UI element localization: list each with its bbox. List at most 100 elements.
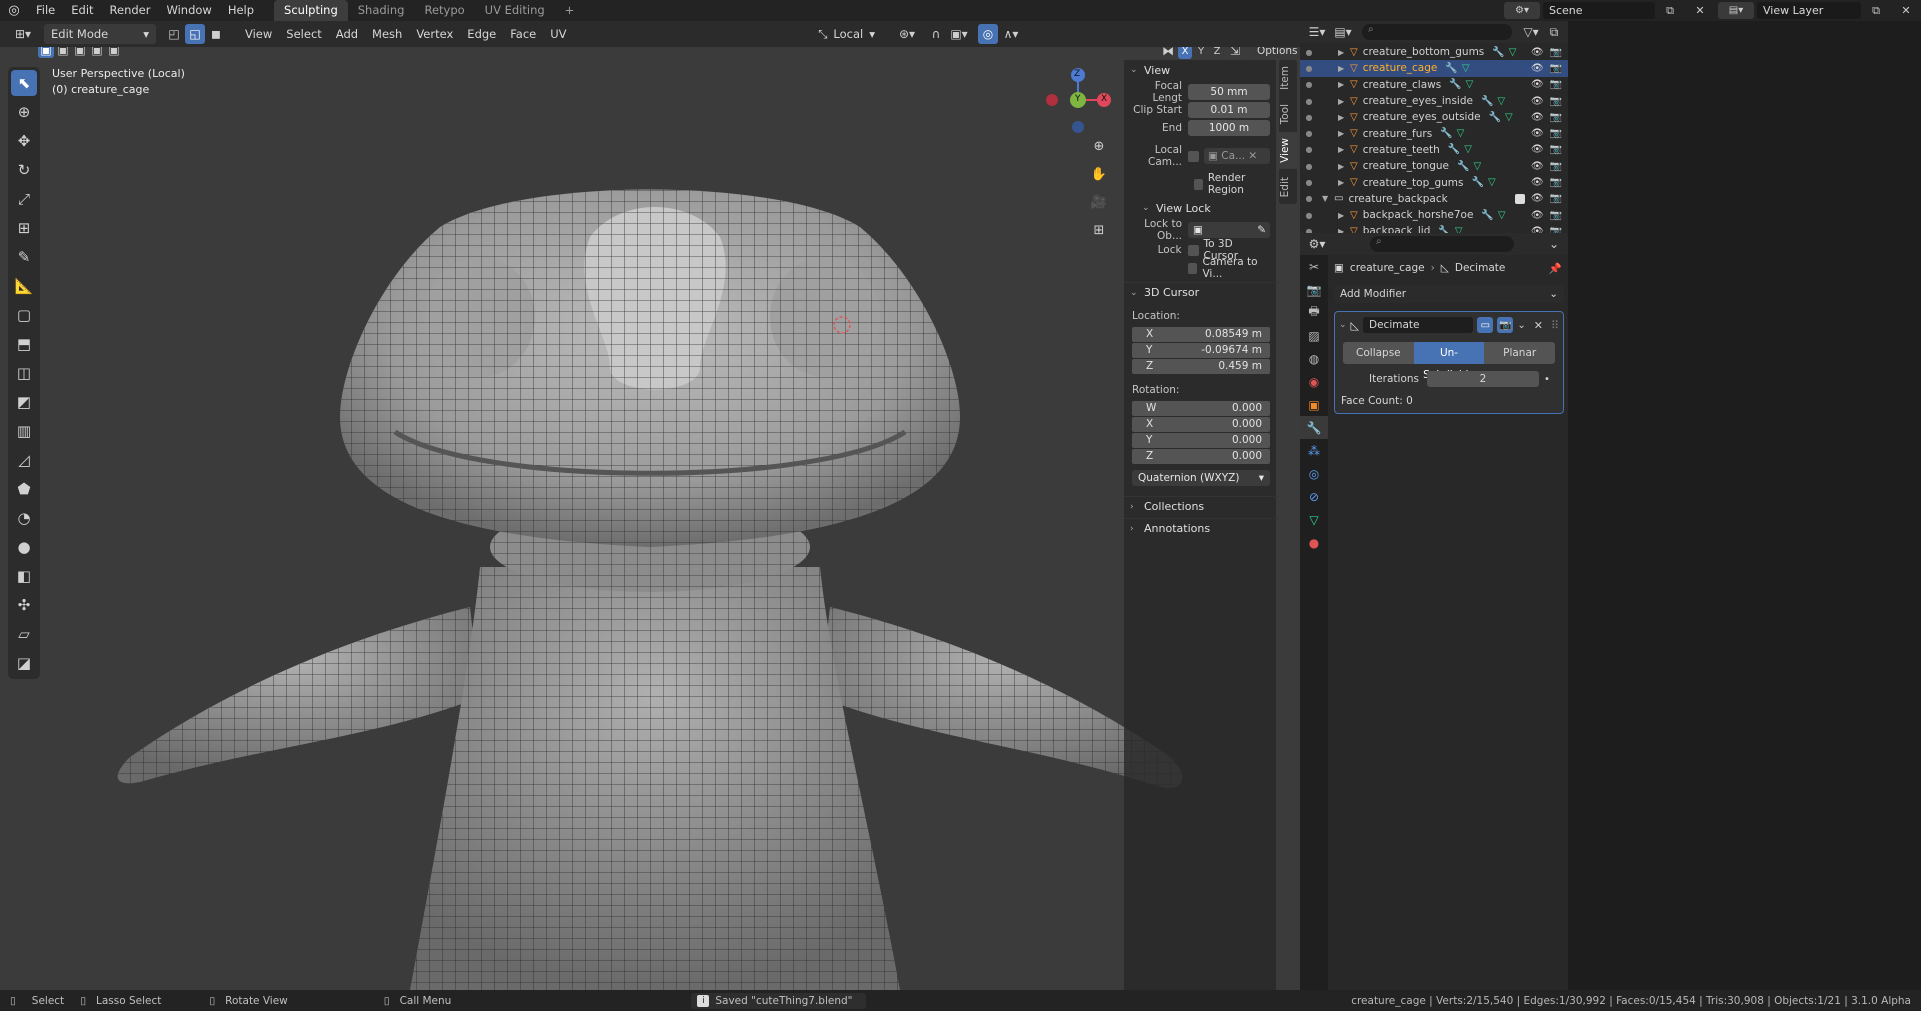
physics-props-icon[interactable]: ◎ xyxy=(1300,462,1328,485)
new-collection-icon[interactable]: ⧉ xyxy=(1544,22,1564,42)
visibility-eye-icon[interactable]: 👁 xyxy=(1531,144,1544,155)
rip-tool-icon[interactable]: ◪ xyxy=(11,650,37,676)
world-props-icon[interactable]: ◉ xyxy=(1300,370,1328,393)
poly-build-tool-icon[interactable]: ⬟ xyxy=(11,476,37,502)
modifier-wrench-icon[interactable]: 🔧 xyxy=(1472,177,1484,188)
bevel-tool-icon[interactable]: ◩ xyxy=(11,389,37,415)
properties-editor-type-icon[interactable]: ⚙▾ xyxy=(1304,234,1330,254)
menu-select[interactable]: Select xyxy=(279,24,328,44)
shrink-fatten-tool-icon[interactable]: ✣ xyxy=(11,592,37,618)
outliner-object-row[interactable]: ● ▶ ▽ creature_bottom_gums 🔧 ▽ 👁 📷 xyxy=(1300,44,1568,60)
inset-tool-icon[interactable]: ◫ xyxy=(11,360,37,386)
menu-render[interactable]: Render xyxy=(102,0,159,21)
scene-name-field[interactable]: Scene xyxy=(1543,2,1655,19)
menu-edge[interactable]: Edge xyxy=(460,24,503,44)
collections-header[interactable]: › Collections xyxy=(1124,496,1278,516)
collection-checkbox[interactable] xyxy=(1514,193,1525,204)
outliner-object-row[interactable]: ● ▶ ▽ creature_furs 🔧 ▽ 👁 📷 xyxy=(1300,125,1568,141)
select-subtract-icon[interactable]: ▣ xyxy=(72,47,88,58)
render-camera-icon[interactable]: 📷 xyxy=(1550,96,1562,107)
face-select-icon[interactable]: ◼ xyxy=(206,24,226,44)
camera-to-view-checkbox[interactable] xyxy=(1188,262,1198,274)
pin-icon[interactable]: 📌 xyxy=(1549,262,1568,275)
visibility-eye-icon[interactable]: 👁 xyxy=(1531,47,1544,58)
visibility-eye-icon[interactable]: 👁 xyxy=(1531,193,1544,204)
modifier-wrench-icon[interactable]: 🔧 xyxy=(1457,161,1469,172)
visibility-eye-icon[interactable]: 👁 xyxy=(1531,161,1544,172)
render-camera-icon[interactable]: 📷 xyxy=(1550,210,1562,221)
expand-right-icon[interactable]: ▶ xyxy=(1338,211,1350,220)
blender-logo-icon[interactable]: ◎ xyxy=(0,0,28,21)
cursor-tool-icon[interactable]: ⊕ xyxy=(11,99,37,125)
scale-tool-icon[interactable]: ⤢ xyxy=(11,186,37,212)
mesh-data-icon[interactable]: ▽ xyxy=(1462,63,1470,74)
select-invert-icon[interactable]: ▣ xyxy=(89,47,105,58)
close-icon[interactable]: ✕ xyxy=(1530,319,1547,332)
menu-mesh[interactable]: Mesh xyxy=(365,24,409,44)
outliner-object-row[interactable]: ● ▶ ▽ creature_top_gums 🔧 ▽ 👁 📷 xyxy=(1300,174,1568,190)
expand-right-icon[interactable]: ▶ xyxy=(1338,162,1350,171)
scene-selector-icon[interactable]: ⚙▾ xyxy=(1504,2,1540,19)
rotate-tool-icon[interactable]: ↻ xyxy=(11,157,37,183)
delete-view-layer-icon[interactable]: ✕ xyxy=(1891,2,1921,19)
loop-cut-tool-icon[interactable]: ▥ xyxy=(11,418,37,444)
realtime-display-icon[interactable]: ▭ xyxy=(1477,317,1494,333)
cursor-rotation-z[interactable]: Z 0.000 xyxy=(1132,449,1270,464)
outliner-editor-type-icon[interactable]: ☰▾ xyxy=(1304,22,1330,42)
mode-selector[interactable]: Edit Mode ▾ xyxy=(44,24,156,44)
visibility-eye-icon[interactable]: 👁 xyxy=(1531,96,1544,107)
edge-slide-tool-icon[interactable]: ◧ xyxy=(11,563,37,589)
select-box-tool-icon[interactable]: ⬉ xyxy=(11,70,37,96)
menu-view[interactable]: View xyxy=(238,24,279,44)
output-props-icon[interactable]: 🖶 xyxy=(1300,301,1328,324)
workspace-tab-retypo[interactable]: Retypo xyxy=(414,0,474,21)
move-tool-icon[interactable]: ✥ xyxy=(11,128,37,154)
tab-view[interactable]: View xyxy=(1279,132,1297,170)
mesh-data-icon[interactable]: ▽ xyxy=(1457,128,1465,139)
outliner-object-row[interactable]: ● ▶ ▽ creature_claws 🔧 ▽ 👁 📷 xyxy=(1300,77,1568,93)
view-layer-selector-icon[interactable]: ▤▾ xyxy=(1718,2,1754,19)
cursor-rotation-w[interactable]: W 0.000 xyxy=(1132,401,1270,416)
modifier-name-field[interactable]: Decimate xyxy=(1363,317,1474,333)
outliner-collection-row[interactable]: ● ▼ ▭ creature_backpack 👁 📷 xyxy=(1300,191,1568,207)
display-mode-icon[interactable]: ▤▾ xyxy=(1330,22,1356,42)
workspace-tab-uv-editing[interactable]: UV Editing xyxy=(475,0,555,21)
modifier-props-icon[interactable]: 🔧 xyxy=(1300,416,1328,439)
render-camera-icon[interactable]: 📷 xyxy=(1550,128,1562,139)
modifier-wrench-icon[interactable]: 🔧 xyxy=(1445,63,1457,74)
mesh-data-icon[interactable]: ▽ xyxy=(1497,96,1505,107)
menu-help[interactable]: Help xyxy=(220,0,262,21)
mesh-data-icon[interactable]: ▽ xyxy=(1509,47,1517,58)
cursor-location-y[interactable]: Y -0.09674 m xyxy=(1132,343,1270,358)
outliner-search-input[interactable]: ⌕ xyxy=(1362,24,1512,40)
chevron-down-icon[interactable]: ⌄ xyxy=(1517,320,1525,331)
filter-icon[interactable]: ▽▾ xyxy=(1518,22,1544,42)
expand-right-icon[interactable]: ▶ xyxy=(1338,48,1350,57)
view-lock-header[interactable]: ⌄ View Lock xyxy=(1124,198,1278,218)
add-workspace-button[interactable]: + xyxy=(555,0,585,21)
expand-right-icon[interactable]: ▶ xyxy=(1338,113,1350,122)
pan-hand-icon[interactable]: ✋ xyxy=(1088,163,1110,185)
mode-planar-button[interactable]: Planar xyxy=(1484,342,1556,364)
cursor-location-x[interactable]: X 0.08549 m xyxy=(1132,327,1270,342)
modifier-wrench-icon[interactable]: 🔧 xyxy=(1448,144,1460,155)
measure-tool-icon[interactable]: 📐 xyxy=(11,273,37,299)
outliner-object-row[interactable]: ● ▶ ▽ creature_teeth 🔧 ▽ 👁 📷 xyxy=(1300,142,1568,158)
menu-vertex[interactable]: Vertex xyxy=(409,24,460,44)
mesh-data-icon[interactable]: ▽ xyxy=(1466,79,1474,90)
extrude-tool-icon[interactable]: ⬒ xyxy=(11,331,37,357)
render-camera-icon[interactable]: 📷 xyxy=(1550,79,1562,90)
render-props-icon[interactable]: 📷 xyxy=(1300,278,1328,301)
clip-end-field[interactable]: 1000 m xyxy=(1188,120,1270,136)
clip-start-field[interactable]: 0.01 m xyxy=(1188,102,1270,118)
annotate-tool-icon[interactable]: ✎ xyxy=(11,244,37,270)
edge-select-icon[interactable]: ◱ xyxy=(185,24,205,44)
visibility-eye-icon[interactable]: 👁 xyxy=(1531,112,1544,123)
navigation-gizmo[interactable]: Z X Y xyxy=(1040,67,1120,137)
expand-right-icon[interactable]: ▶ xyxy=(1338,178,1350,187)
workspace-tab-shading[interactable]: Shading xyxy=(348,0,415,21)
cursor-rotation-x[interactable]: X 0.000 xyxy=(1132,417,1270,432)
render-camera-icon[interactable]: 📷 xyxy=(1550,47,1562,58)
render-region-checkbox[interactable] xyxy=(1194,178,1203,190)
mode-unsubdivide-button[interactable]: Un-Subdivide xyxy=(1413,342,1485,381)
